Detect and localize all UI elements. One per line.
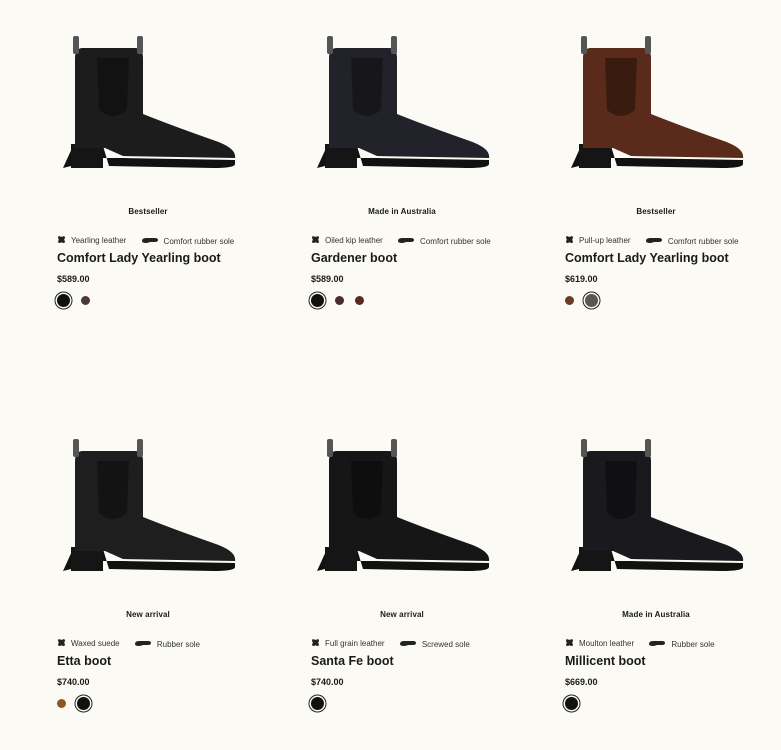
leather-hide-icon	[57, 638, 66, 649]
product-badge: Bestseller	[636, 207, 676, 216]
product-price: $740.00	[311, 677, 344, 687]
product-image[interactable]	[23, 421, 273, 591]
product-price: $619.00	[565, 274, 598, 284]
feature-material-label: Moulton leather	[579, 639, 635, 648]
product-card-1[interactable]: Bestseller Yearling leather Comfort rubb…	[23, 0, 273, 340]
boot-icon	[571, 36, 744, 168]
feature-material-label: Waxed suede	[71, 639, 120, 648]
color-swatches	[57, 697, 101, 710]
product-price: $669.00	[565, 677, 598, 687]
boot-icon	[571, 439, 744, 571]
color-swatch-1[interactable]	[311, 294, 324, 307]
feature-sole-label: Rubber sole	[671, 640, 715, 649]
feature-list: Oiled kip leather Comfort rubber sole	[311, 235, 503, 246]
product-image[interactable]	[277, 421, 527, 591]
feature-list: Pull-up leather Comfort rubber sole	[565, 235, 751, 246]
boot-icon	[63, 36, 236, 168]
product-name[interactable]: Santa Fe boot	[311, 654, 394, 668]
boot-icon	[317, 36, 490, 168]
feature-sole-label: Rubber sole	[156, 640, 200, 649]
color-swatch-3[interactable]	[355, 296, 364, 305]
color-swatch-1[interactable]	[565, 296, 574, 305]
product-badge: Made in Australia	[368, 207, 436, 216]
product-name[interactable]: Etta boot	[57, 654, 111, 668]
product-card-4[interactable]: New arrival Waxed suede Rubber sole Etta…	[23, 403, 273, 743]
product-card-5[interactable]: New arrival Full grain leather Screwed s…	[277, 403, 527, 743]
product-price: $589.00	[311, 274, 344, 284]
leather-hide-icon	[57, 235, 66, 246]
feature-sole-label: Comfort rubber sole	[667, 237, 739, 246]
feature-item-material: Yearling leather	[57, 235, 126, 246]
product-image[interactable]	[531, 18, 781, 188]
feature-material-label: Yearling leather	[71, 236, 127, 245]
feature-material-label: Oiled kip leather	[325, 236, 383, 245]
color-swatches	[311, 294, 375, 307]
feature-sole-label: Comfort rubber sole	[163, 237, 235, 246]
product-card-2[interactable]: Made in Australia Oiled kip leather Comf…	[277, 0, 527, 340]
product-badge: Bestseller	[128, 207, 168, 216]
leather-hide-icon	[311, 235, 320, 246]
feature-item-material: Moulton leather	[565, 638, 634, 649]
sole-icon	[399, 640, 417, 649]
color-swatches	[565, 294, 609, 307]
color-swatch-2[interactable]	[77, 697, 90, 710]
feature-material-label: Full grain leather	[325, 639, 385, 648]
feature-item-material: Oiled kip leather	[311, 235, 383, 246]
feature-item-material: Pull-up leather	[565, 235, 631, 246]
color-swatch-2[interactable]	[585, 294, 598, 307]
feature-list: Full grain leather Screwed sole	[311, 638, 482, 649]
product-card-6[interactable]: Made in Australia Moulton leather Rubber…	[531, 403, 781, 743]
feature-item-sole: Rubber sole	[134, 640, 200, 649]
product-name[interactable]: Gardener boot	[311, 251, 397, 265]
product-image[interactable]	[277, 18, 527, 188]
product-image[interactable]	[531, 421, 781, 591]
color-swatches	[565, 697, 589, 710]
feature-list: Waxed suede Rubber sole	[57, 638, 212, 649]
leather-hide-icon	[311, 638, 320, 649]
feature-sole-label: Screwed sole	[421, 640, 470, 649]
feature-item-sole: Comfort rubber sole	[645, 237, 739, 246]
feature-item-sole: Rubber sole	[648, 640, 715, 649]
color-swatches	[311, 697, 335, 710]
product-card-3[interactable]: Bestseller Pull-up leather Comfort rubbe…	[531, 0, 781, 340]
sole-icon	[134, 640, 152, 649]
sole-icon	[397, 237, 415, 246]
product-price: $589.00	[57, 274, 90, 284]
product-badge: New arrival	[126, 610, 170, 619]
feature-item-sole: Screwed sole	[399, 640, 470, 649]
color-swatch-1[interactable]	[57, 699, 66, 708]
feature-item-material: Waxed suede	[57, 638, 120, 649]
feature-item-sole: Comfort rubber sole	[397, 237, 491, 246]
product-name[interactable]: Comfort Lady Yearling boot	[565, 251, 729, 265]
feature-list: Moulton leather Rubber sole	[565, 638, 727, 649]
leather-hide-icon	[565, 638, 574, 649]
product-badge: Made in Australia	[622, 610, 690, 619]
feature-material-label: Pull-up leather	[579, 236, 631, 245]
sole-icon	[645, 237, 663, 246]
feature-item-sole: Comfort rubber sole	[141, 237, 235, 246]
color-swatch-1[interactable]	[565, 697, 578, 710]
color-swatches	[57, 294, 101, 307]
product-name[interactable]: Millicent boot	[565, 654, 646, 668]
leather-hide-icon	[565, 235, 574, 246]
boot-icon	[63, 439, 236, 571]
color-swatch-1[interactable]	[57, 294, 70, 307]
feature-list: Yearling leather Comfort rubber sole	[57, 235, 246, 246]
feature-item-material: Full grain leather	[311, 638, 385, 649]
color-swatch-1[interactable]	[311, 697, 324, 710]
product-image[interactable]	[23, 18, 273, 188]
boot-icon	[317, 439, 490, 571]
product-badge: New arrival	[380, 610, 424, 619]
sole-icon	[648, 640, 666, 649]
product-name[interactable]: Comfort Lady Yearling boot	[57, 251, 221, 265]
color-swatch-2[interactable]	[335, 296, 344, 305]
color-swatch-2[interactable]	[81, 296, 90, 305]
product-price: $740.00	[57, 677, 90, 687]
sole-icon	[141, 237, 159, 246]
feature-sole-label: Comfort rubber sole	[420, 237, 491, 246]
